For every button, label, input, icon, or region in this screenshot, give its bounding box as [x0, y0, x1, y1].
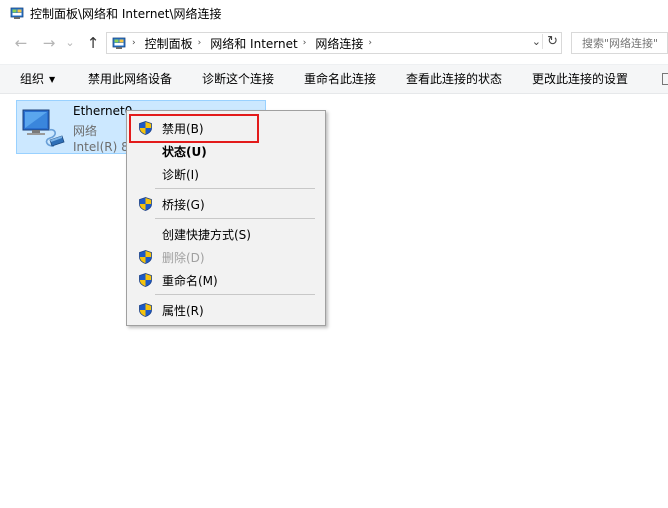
breadcrumb-separator-icon[interactable]: › — [132, 38, 136, 48]
control-panel-icon — [112, 36, 126, 50]
breadcrumb-separator-icon[interactable]: › — [368, 38, 372, 48]
connections-list: Ethernet0 网络 Intel(R) 8 — [0, 94, 668, 508]
menu-item-label: 重命名(M) — [162, 274, 218, 288]
highlight-box — [129, 114, 259, 143]
menu-item-status[interactable]: 状态(U) — [129, 140, 323, 162]
menu-separator — [155, 188, 315, 189]
menu-separator — [155, 218, 315, 219]
menu-item-label: 删除(D) — [162, 251, 205, 265]
view-status-button[interactable]: 查看此连接的状态 — [406, 65, 502, 93]
menu-item-label: 属性(R) — [162, 304, 204, 318]
refresh-icon[interactable]: ↻ — [542, 34, 558, 49]
window-title: 控制面板\网络和 Internet\网络连接 — [30, 6, 222, 21]
address-row: ← → ⌄ ↑ › 控制面板 › 网络和 Internet › 网络连接 › ⌄… — [0, 30, 668, 58]
breadcrumb-separator-icon[interactable]: › — [198, 38, 202, 48]
command-bar: 组织 ▼ 禁用此网络设备 诊断这个连接 重命名此连接 查看此连接的状态 更改此连接… — [0, 64, 668, 94]
menu-item-rename[interactable]: 重命名(M) — [129, 269, 323, 291]
up-arrow-icon[interactable]: ↑ — [84, 34, 102, 52]
uac-shield-icon — [139, 250, 152, 264]
menu-item-diagnose[interactable]: 诊断(I) — [129, 163, 323, 185]
back-arrow-icon[interactable]: ← — [12, 34, 30, 52]
uac-shield-icon — [139, 197, 152, 211]
diagnose-connection-button[interactable]: 诊断这个连接 — [202, 65, 274, 93]
menu-item-bridge[interactable]: 桥接(G) — [129, 193, 323, 215]
breadcrumb-separator-icon[interactable]: › — [303, 38, 307, 48]
search-input[interactable] — [571, 32, 668, 54]
address-bar[interactable]: › 控制面板 › 网络和 Internet › 网络连接 › ⌄ ↻ — [106, 32, 562, 54]
organize-button[interactable]: 组织 ▼ — [20, 65, 55, 93]
dropdown-triangle-icon: ▼ — [49, 75, 56, 84]
breadcrumb-network-connections[interactable]: 网络连接 — [315, 35, 363, 52]
connection-name: Ethernet0 — [73, 104, 133, 118]
organize-label: 组织 — [20, 72, 45, 86]
menu-separator — [155, 294, 315, 295]
breadcrumb-control-panel[interactable]: 控制面板 — [145, 35, 193, 52]
forward-arrow-icon[interactable]: → — [40, 34, 58, 52]
menu-item-create-shortcut[interactable]: 创建快捷方式(S) — [129, 223, 323, 245]
uac-shield-icon — [139, 273, 152, 287]
breadcrumb-network-internet[interactable]: 网络和 Internet — [210, 35, 297, 52]
title-bar: 控制面板\网络和 Internet\网络连接 — [0, 0, 668, 26]
control-panel-icon — [10, 6, 24, 20]
connection-type: 网络 — [73, 124, 98, 138]
address-dropdown-icon[interactable]: ⌄ — [532, 35, 541, 48]
uac-shield-icon — [139, 303, 152, 317]
menu-item-label: 诊断(I) — [162, 168, 199, 182]
disable-device-button[interactable]: 禁用此网络设备 — [88, 65, 172, 93]
menu-item-delete: 删除(D) — [129, 246, 323, 268]
change-settings-button[interactable]: 更改此连接的设置 — [532, 65, 628, 93]
menu-item-properties[interactable]: 属性(R) — [129, 299, 323, 321]
menu-item-label: 创建快捷方式(S) — [162, 228, 251, 242]
view-options-icon[interactable] — [662, 73, 668, 85]
menu-item-label: 桥接(G) — [162, 198, 205, 212]
rename-connection-button[interactable]: 重命名此连接 — [304, 65, 376, 93]
network-adapter-icon — [22, 109, 65, 147]
recent-locations-chevron-icon[interactable]: ⌄ — [64, 34, 76, 52]
menu-item-label: 状态(U) — [162, 145, 207, 159]
connection-adapter: Intel(R) 8 — [73, 140, 129, 154]
